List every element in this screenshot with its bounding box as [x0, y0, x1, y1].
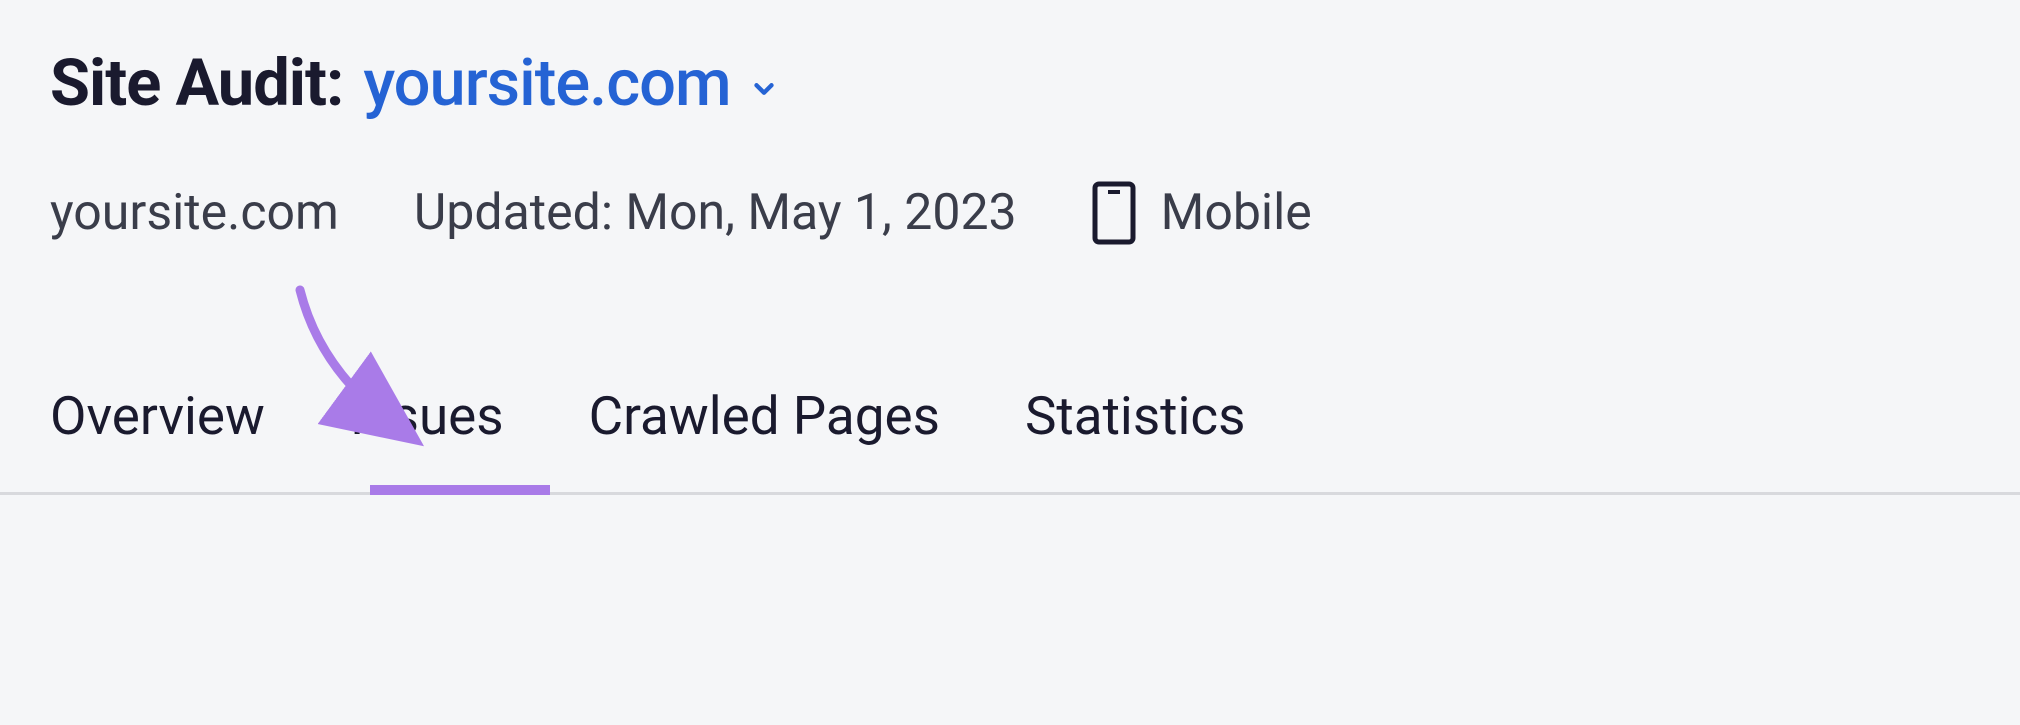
- domain-dropdown[interactable]: yoursite.com: [363, 45, 778, 121]
- tab-statistics[interactable]: Statistics: [1025, 385, 1246, 492]
- meta-domain-text: yoursite.com: [50, 184, 339, 242]
- page-header: Site Audit: yoursite.com yoursite.com Up…: [0, 0, 2020, 245]
- tab-overview[interactable]: Overview: [50, 385, 265, 492]
- tab-issues[interactable]: Issues: [350, 385, 504, 492]
- mobile-icon: [1092, 181, 1136, 245]
- page-title: Site Audit:: [50, 45, 343, 121]
- tab-crawled-pages[interactable]: Crawled Pages: [589, 385, 940, 492]
- meta-row: yoursite.com Updated: Mon, May 1, 2023 M…: [50, 181, 1970, 245]
- tabs-nav: Overview Issues Crawled Pages Statistics: [0, 385, 2020, 495]
- device-label: Mobile: [1161, 184, 1312, 242]
- device-indicator: Mobile: [1092, 181, 1312, 245]
- domain-dropdown-label: yoursite.com: [363, 45, 730, 121]
- meta-updated-text: Updated: Mon, May 1, 2023: [414, 184, 1017, 242]
- chevron-down-icon: [749, 74, 779, 104]
- active-tab-indicator: [370, 485, 550, 495]
- title-row: Site Audit: yoursite.com: [50, 45, 1970, 121]
